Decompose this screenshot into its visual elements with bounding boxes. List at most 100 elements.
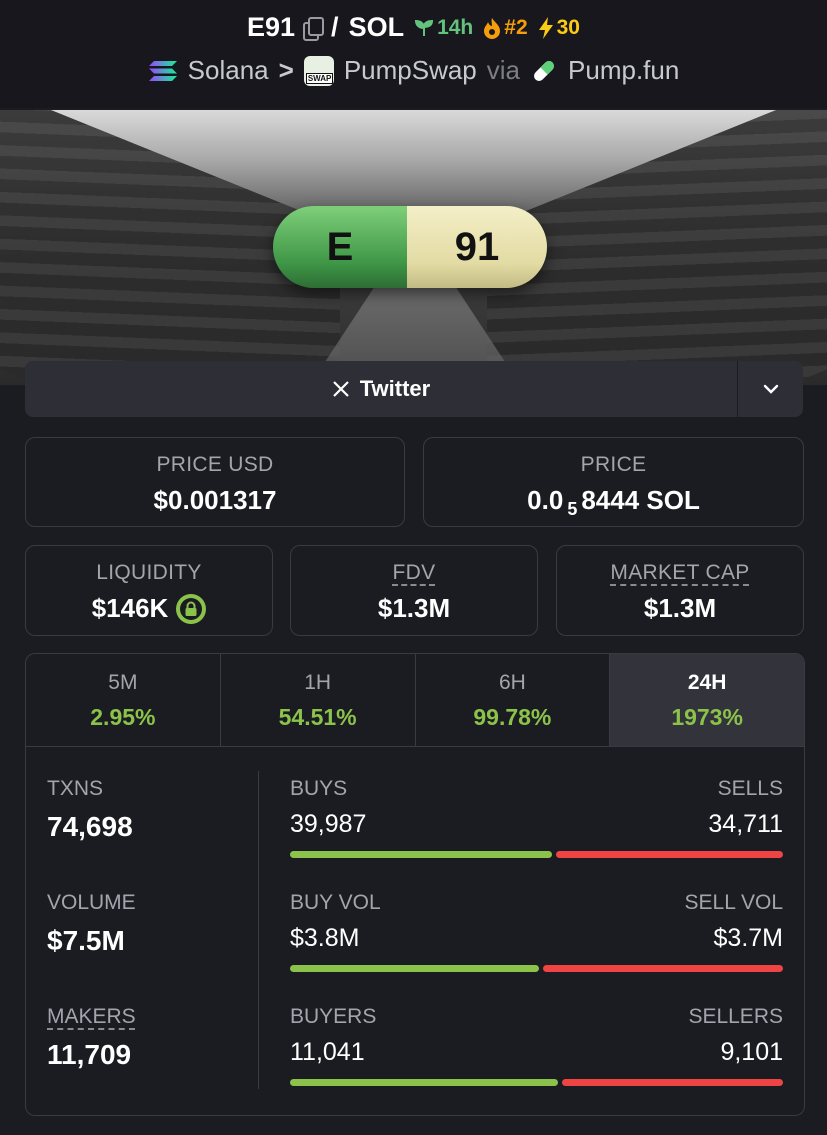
liquidity-lock-icon[interactable] bbox=[176, 593, 207, 624]
sellers-value: 9,101 bbox=[720, 1038, 783, 1066]
price-native-digits: 8444 SOL bbox=[581, 485, 700, 515]
tab-5m[interactable]: 5M 2.95% bbox=[26, 654, 221, 746]
launchpad-link[interactable]: Pump.fun bbox=[568, 55, 679, 86]
tab-label: 24H bbox=[687, 671, 727, 694]
buy-portion-bar bbox=[290, 851, 552, 858]
buys-sells-stat: BUYS SELLS 39,987 34,711 bbox=[290, 777, 783, 858]
age-badge: 14h bbox=[414, 16, 473, 40]
social-links-bar: Twitter bbox=[25, 361, 803, 417]
chain-link[interactable]: Solana bbox=[188, 55, 269, 86]
price-native-label: PRICE bbox=[580, 453, 647, 476]
swap-badge-text: SWAP bbox=[305, 72, 334, 84]
sell-volume-value: $3.7M bbox=[713, 924, 783, 952]
flame-icon bbox=[484, 17, 501, 39]
token-symbol: E91 bbox=[247, 12, 296, 42]
volume-label: VOLUME bbox=[47, 891, 136, 914]
tab-6h[interactable]: 6H 99.78% bbox=[416, 654, 611, 746]
tab-24h[interactable]: 24H 1973% bbox=[610, 654, 804, 746]
txns-value: 74,698 bbox=[47, 811, 133, 842]
token-banner-image: E 91 bbox=[0, 110, 827, 385]
price-native-value: 0.0 5 8444 SOL bbox=[424, 485, 803, 519]
pair-slash: / bbox=[331, 12, 339, 42]
twitter-button[interactable]: Twitter bbox=[25, 361, 737, 417]
pill-icon bbox=[534, 60, 554, 81]
tab-change-value: 1973% bbox=[671, 704, 743, 730]
liquidity-value-row: $146K bbox=[26, 593, 272, 624]
makers-stat: MAKERS 11,709 bbox=[47, 1005, 136, 1071]
trade-stats-panel: TXNS 74,698 VOLUME $7.5M MAKERS 11,709 B… bbox=[25, 745, 805, 1116]
quote-symbol: SOL bbox=[348, 12, 405, 42]
boost-badge[interactable]: 30 bbox=[538, 16, 580, 40]
price-native-zero-count: 5 bbox=[567, 499, 578, 519]
price-usd-card: PRICE USD $0.001317 bbox=[25, 437, 405, 527]
price-native-prefix: 0.0 bbox=[527, 485, 564, 515]
pair-header: E91 / SOL 14h #2 30 Solana > SWAP PumpSw… bbox=[0, 0, 827, 108]
pair-title-row: E91 / SOL 14h #2 30 bbox=[0, 12, 827, 43]
boost-value: 30 bbox=[556, 15, 580, 39]
seedling-icon bbox=[415, 19, 434, 36]
price-usd-label: PRICE USD bbox=[156, 453, 274, 476]
rank-value: #2 bbox=[504, 15, 528, 39]
buyers-sellers-stat: BUYERS SELLERS 11,041 9,101 bbox=[290, 1005, 783, 1086]
liquidity-value: $146K bbox=[91, 593, 169, 623]
tab-label: 5M bbox=[108, 671, 138, 694]
market-cap-card: MARKET CAP $1.3M bbox=[556, 545, 804, 636]
tab-label: 6H bbox=[498, 671, 526, 694]
timeframe-tabs: 5M 2.95% 1H 54.51% 6H 99.78% 24H 1973% bbox=[25, 653, 805, 747]
buys-value: 39,987 bbox=[290, 810, 367, 838]
more-links-button[interactable] bbox=[738, 361, 803, 417]
tab-change-value: 2.95% bbox=[90, 704, 156, 730]
capsule-left-text: E bbox=[273, 206, 407, 288]
tab-change-value: 99.78% bbox=[473, 704, 552, 730]
tab-change-value: 54.51% bbox=[278, 704, 357, 730]
volume-value: $7.5M bbox=[47, 925, 125, 956]
dex-link[interactable]: PumpSwap bbox=[344, 55, 477, 86]
price-usd-value: $0.001317 bbox=[153, 485, 277, 515]
buyers-ratio-bar bbox=[290, 1079, 783, 1086]
buys-label: BUYS bbox=[290, 777, 348, 800]
lightning-icon bbox=[538, 16, 553, 39]
market-cap-value: $1.3M bbox=[643, 593, 717, 623]
pumpswap-icon: SWAP bbox=[303, 55, 334, 86]
pair-subtitle-row: Solana > SWAP PumpSwap via Pump.fun bbox=[0, 55, 827, 86]
liquidity-card: LIQUIDITY $146K bbox=[25, 545, 273, 636]
sells-value: 34,711 bbox=[708, 810, 783, 838]
txns-stat: TXNS 74,698 bbox=[47, 777, 133, 843]
fdv-card: FDV $1.3M bbox=[290, 545, 538, 636]
via-text: via bbox=[486, 55, 521, 85]
buy-portion-bar bbox=[290, 1079, 559, 1086]
sell-portion-bar bbox=[543, 965, 783, 972]
makers-label[interactable]: MAKERS bbox=[47, 1005, 136, 1028]
txns-label: TXNS bbox=[47, 777, 104, 800]
solana-icon bbox=[148, 60, 177, 81]
sell-portion-bar bbox=[562, 1079, 783, 1086]
twitter-label: Twitter bbox=[359, 376, 431, 401]
chevron-down-icon bbox=[763, 384, 778, 394]
market-cap-label[interactable]: MARKET CAP bbox=[610, 561, 749, 584]
stats-divider bbox=[258, 771, 259, 1089]
copy-icon[interactable] bbox=[301, 16, 325, 41]
sell-portion-bar bbox=[555, 851, 783, 858]
trending-rank-badge[interactable]: #2 bbox=[483, 15, 528, 40]
liquidity-label: LIQUIDITY bbox=[96, 561, 202, 584]
breadcrumb-chevron: > bbox=[278, 55, 294, 85]
buyers-value: 11,041 bbox=[290, 1038, 365, 1066]
makers-value: 11,709 bbox=[47, 1039, 132, 1070]
buy-portion-bar bbox=[290, 965, 540, 972]
banner-capsule: E 91 bbox=[273, 206, 547, 288]
x-logo-icon bbox=[332, 381, 349, 397]
buyers-label: BUYERS bbox=[290, 1005, 377, 1028]
price-native-card: PRICE 0.0 5 8444 SOL bbox=[423, 437, 804, 527]
tab-1h[interactable]: 1H 54.51% bbox=[221, 654, 416, 746]
volume-split-stat: BUY VOL SELL VOL $3.8M $3.7M bbox=[290, 891, 783, 972]
sell-volume-label: SELL VOL bbox=[684, 891, 783, 914]
fdv-label[interactable]: FDV bbox=[393, 561, 436, 584]
sellers-label: SELLERS bbox=[688, 1005, 783, 1028]
buy-volume-label: BUY VOL bbox=[290, 891, 381, 914]
age-value: 14h bbox=[437, 15, 474, 39]
volume-ratio-bar bbox=[290, 965, 783, 972]
capsule-right-text: 91 bbox=[407, 206, 547, 288]
buys-sells-ratio-bar bbox=[290, 851, 783, 858]
sells-label: SELLS bbox=[717, 777, 783, 800]
tab-label: 1H bbox=[304, 671, 332, 694]
